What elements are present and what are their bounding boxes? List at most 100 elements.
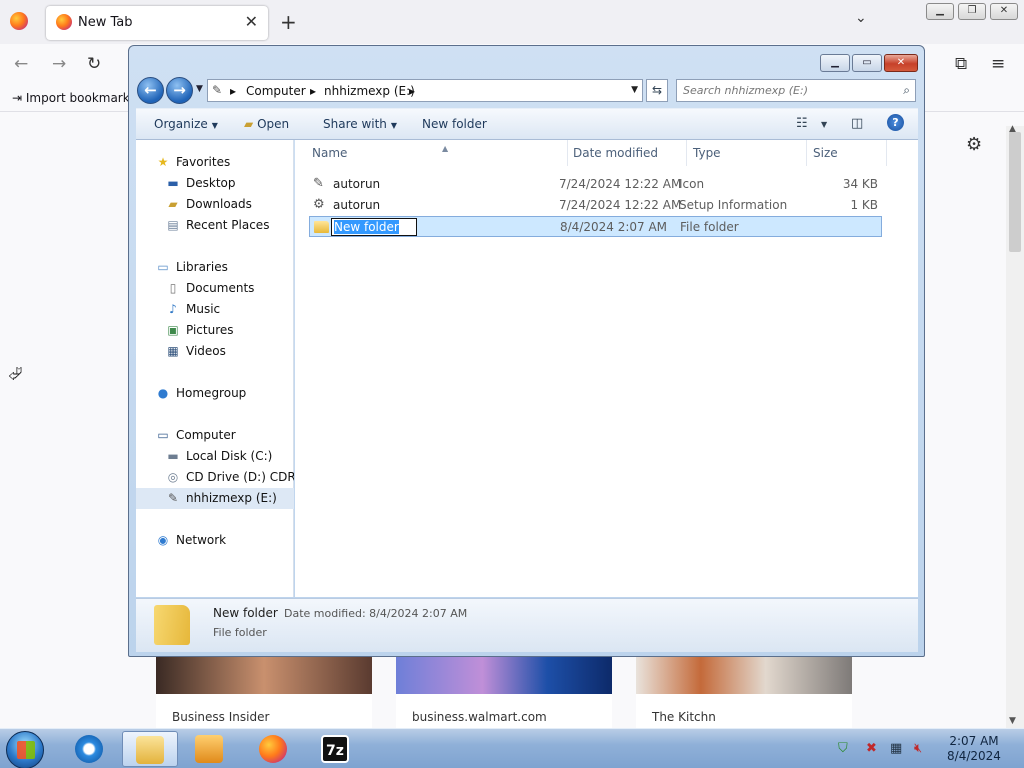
more-views-dropdown[interactable]: ▼ <box>821 120 827 129</box>
extensions-icon[interactable]: ⧉ <box>955 54 967 74</box>
sort-ascending-icon: ▲ <box>442 144 449 153</box>
nav-label: Favorites <box>176 155 231 169</box>
scroll-down-icon[interactable]: ▼ <box>1009 716 1016 726</box>
gear-icon[interactable]: ⚙ <box>966 134 982 155</box>
rename-text[interactable]: New folder <box>334 220 399 234</box>
back-button[interactable]: ← <box>137 77 164 104</box>
taskbar-7zip[interactable]: 7z <box>308 731 364 767</box>
taskbar: 7z ⛉ ✖ ▦ 🔇︎ 2:07 AM 8/4/2024 <box>0 728 1024 768</box>
column-header-type[interactable]: Type <box>687 140 807 166</box>
browser-restore-button[interactable]: ❐ <box>958 3 986 20</box>
recent-pages-dropdown[interactable]: ▼ <box>196 84 203 94</box>
nav-videos[interactable]: ▦ Videos <box>136 341 294 362</box>
change-view-icon[interactable]: ☷ <box>796 116 808 131</box>
open-button[interactable]: ▰ Open <box>244 117 289 131</box>
nav-recent-places[interactable]: ▤ Recent Places <box>136 215 294 236</box>
local-disk-icon: ▬ <box>167 449 179 463</box>
file-name: autorun <box>333 198 381 212</box>
clock-date: 8/4/2024 <box>947 749 1001 763</box>
nav-local-disk[interactable]: ▬ Local Disk (C:) <box>136 446 294 467</box>
start-button[interactable] <box>6 731 44 768</box>
nav-network[interactable]: ◉ Network <box>136 530 294 551</box>
breadcrumb-separator-icon[interactable]: ▸ <box>409 84 415 98</box>
taskbar-windows-explorer[interactable] <box>122 731 178 767</box>
browser-minimize-button[interactable]: ▁ <box>926 3 954 20</box>
explorer-window[interactable]: ▁ ▭ ✕ ← → ▼ ✎ ▸ Computer ▸ nhhizmexp (E:… <box>128 45 925 657</box>
breadcrumb-computer[interactable]: Computer <box>246 84 306 98</box>
reload-icon[interactable]: ↻ <box>87 54 101 74</box>
import-bookmarks-link[interactable]: ⇥ Import bookmarks <box>12 91 136 105</box>
internet-explorer-icon <box>75 735 103 763</box>
search-input[interactable] <box>683 83 883 98</box>
action-center-icon[interactable]: ⛉ <box>838 741 848 756</box>
nav-homegroup[interactable]: ● Homegroup <box>136 383 294 404</box>
new-folder-button[interactable]: New folder <box>422 117 487 131</box>
menu-hamburger-icon[interactable]: ≡ <box>991 54 1005 74</box>
nav-usb-drive[interactable]: ✎ nhhizmexp (E:) <box>136 488 294 509</box>
top-site-tile-the-kitchn[interactable]: The Kitchn <box>636 657 852 728</box>
column-header-date-modified[interactable]: Date modified <box>567 140 687 166</box>
file-row-new-folder[interactable]: New folder 8/4/2024 2:07 AM File folder <box>309 216 882 237</box>
taskbar-internet-explorer[interactable] <box>62 731 118 767</box>
page-scrollbar[interactable]: ▲ ▼ <box>1006 124 1024 728</box>
file-row-autorun-icon[interactable]: ✎ autorun 7/24/2024 12:22 AM Icon 34 KB <box>309 174 882 195</box>
refresh-button[interactable]: ⇆ <box>646 79 668 102</box>
videos-icon: ▦ <box>167 344 179 358</box>
file-size: 1 KB <box>850 198 878 212</box>
nav-favorites[interactable]: ★ Favorites <box>136 152 294 173</box>
organize-label: Organize <box>154 117 208 131</box>
firefox-tab-icon <box>56 14 72 30</box>
breadcrumb-separator-icon[interactable]: ▸ <box>230 84 236 98</box>
close-button[interactable]: ✕ <box>884 54 918 72</box>
usb-device-icon[interactable]: ▦ <box>890 741 902 756</box>
nav-libraries[interactable]: ▭ Libraries <box>136 257 294 278</box>
help-icon[interactable]: ? <box>887 114 904 131</box>
address-history-dropdown[interactable]: ▼ <box>631 85 638 95</box>
address-bar[interactable]: ✎ ▸ Computer ▸ nhhizmexp (E:) ▸ ▼ <box>207 79 643 102</box>
preview-pane-icon[interactable]: ◫ <box>851 116 863 131</box>
nav-desktop[interactable]: ▬ Desktop <box>136 173 294 194</box>
minimize-button[interactable]: ▁ <box>820 54 850 72</box>
firefox-view-icon[interactable] <box>10 12 28 30</box>
file-date: 7/24/2024 12:22 AM <box>559 177 682 191</box>
new-tab-button[interactable]: + <box>280 10 297 34</box>
nav-computer[interactable]: ▭ Computer <box>136 425 294 446</box>
back-arrow-icon[interactable]: ← <box>14 54 28 74</box>
taskbar-media-player[interactable] <box>182 731 238 767</box>
usb-drive-icon: ✎ <box>212 83 223 97</box>
search-box[interactable]: ⌕ <box>676 79 916 102</box>
breadcrumb-drive[interactable]: nhhizmexp (E:) <box>324 84 415 98</box>
forward-button[interactable]: → <box>166 77 193 104</box>
top-site-tile-walmart[interactable]: business.walmart.com <box>396 657 612 728</box>
maximize-button[interactable]: ▭ <box>852 54 882 72</box>
list-all-tabs-icon[interactable]: ⌄ <box>855 10 867 26</box>
top-site-tile-business-insider[interactable]: Business Insider <box>156 657 372 728</box>
search-icon[interactable]: ⌕ <box>903 83 910 98</box>
file-row-autorun-inf[interactable]: ⚙ autorun 7/24/2024 12:22 AM Setup Infor… <box>309 195 882 216</box>
tile-thumbnail <box>156 657 372 694</box>
nav-pictures[interactable]: ▣ Pictures <box>136 320 294 341</box>
nav-music[interactable]: ♪ Music <box>136 299 294 320</box>
network-icon: ◉ <box>157 533 169 547</box>
nav-documents[interactable]: ▯ Documents <box>136 278 294 299</box>
browser-close-button[interactable]: ✕ <box>990 3 1018 20</box>
system-clock[interactable]: 2:07 AM 8/4/2024 <box>944 734 1004 764</box>
rename-input[interactable]: New folder <box>331 218 417 236</box>
share-with-button[interactable]: Share with ▼ <box>323 117 397 131</box>
network-disconnected-icon[interactable]: ✖ <box>866 741 877 756</box>
firefox-icon <box>259 735 287 763</box>
nav-downloads[interactable]: ▰ Downloads <box>136 194 294 215</box>
nav-cd-drive[interactable]: ◎ CD Drive (D:) CDROM <box>136 467 294 488</box>
nav-label: Recent Places <box>186 218 270 232</box>
taskbar-firefox[interactable] <box>246 731 302 767</box>
forward-arrow-icon[interactable]: → <box>52 54 66 74</box>
close-tab-icon[interactable]: ✕ <box>245 12 258 31</box>
scrollbar-thumb[interactable] <box>1009 132 1021 252</box>
column-header-name[interactable]: Name ▲ <box>306 140 568 166</box>
music-note-icon: ♪ <box>169 302 177 316</box>
browser-tab-new-tab[interactable]: New Tab ✕ <box>46 6 268 40</box>
organize-button[interactable]: Organize ▼ <box>154 117 218 131</box>
volume-muted-icon[interactable]: 🔇︎ <box>914 741 922 756</box>
breadcrumb-separator-icon[interactable]: ▸ <box>310 84 316 98</box>
column-header-size[interactable]: Size <box>807 140 887 166</box>
